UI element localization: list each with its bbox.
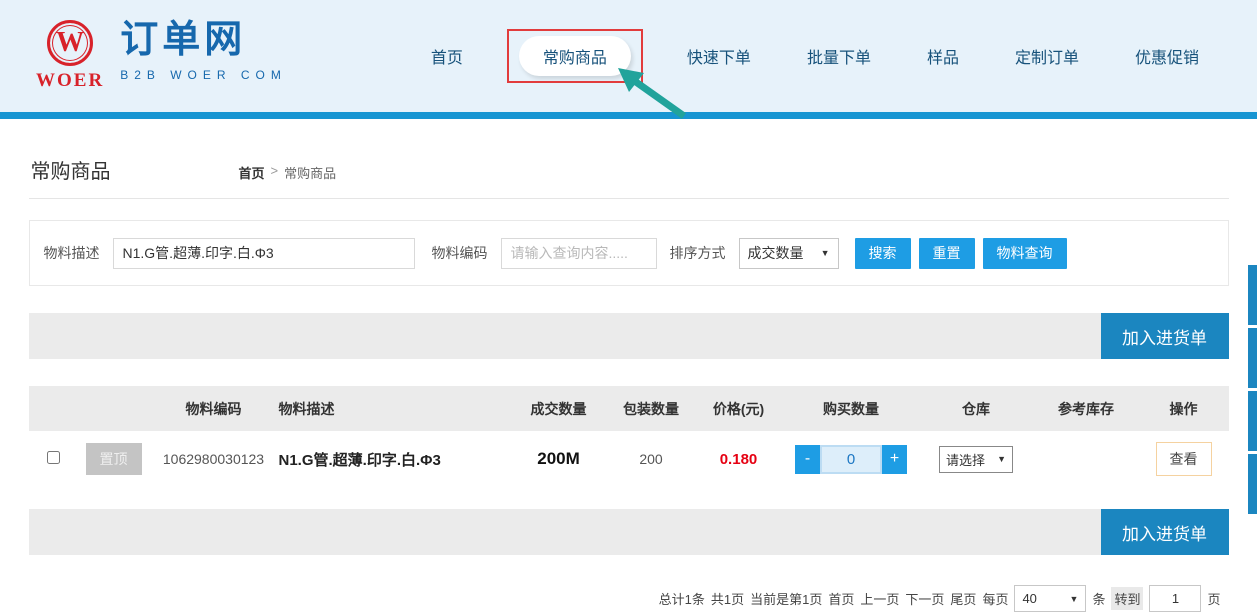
col-header-action: 操作 bbox=[1139, 386, 1229, 431]
goto-label: 转到 bbox=[1111, 587, 1143, 610]
filter-bar: 物料描述 物料编码 排序方式 成交数量 ▼ 搜索 重置 物料查询 bbox=[29, 220, 1229, 286]
col-header-price: 价格(元) bbox=[694, 386, 784, 431]
sort-select[interactable]: 成交数量 ▼ bbox=[739, 238, 839, 269]
quantity-stepper: - + bbox=[795, 445, 907, 474]
breadcrumb-home[interactable]: 首页 bbox=[239, 163, 265, 182]
col-header-ref-stock: 参考库存 bbox=[1034, 386, 1139, 431]
nav-item-home[interactable]: 首页 bbox=[431, 44, 463, 68]
material-code-input[interactable] bbox=[501, 238, 657, 269]
pagination: 总计1条 共1页 当前是第1页 首页 上一页 下一页 尾页 每页 40 ▼ 条 … bbox=[29, 585, 1229, 612]
products-table: 物料编码 物料描述 成交数量 包装数量 价格(元) 购买数量 仓库 参考库存 操… bbox=[29, 386, 1229, 487]
material-query-button[interactable]: 物料查询 bbox=[983, 238, 1067, 269]
nav-item-promotions[interactable]: 优惠促销 bbox=[1135, 44, 1199, 68]
action-bar-bottom: 加入进货单 bbox=[29, 509, 1229, 555]
pagination-first[interactable]: 首页 bbox=[828, 589, 854, 608]
cell-deal-qty: 200M bbox=[537, 449, 580, 468]
col-header-pack-qty: 包装数量 bbox=[609, 386, 694, 431]
sort-select-value: 成交数量 bbox=[748, 243, 804, 263]
floating-sidebar-item[interactable] bbox=[1248, 391, 1257, 451]
pagination-total: 总计1条 bbox=[659, 589, 705, 608]
action-bar-top: 加入进货单 bbox=[29, 313, 1229, 359]
warehouse-select[interactable]: 请选择 ▼ bbox=[939, 446, 1013, 473]
cell-price: 0.180 bbox=[720, 451, 758, 468]
pagination-prev[interactable]: 上一页 bbox=[860, 589, 899, 608]
pagination-current: 当前是第1页 bbox=[750, 589, 822, 608]
page-title: 常购商品 bbox=[31, 155, 111, 184]
nav-item-quick-order[interactable]: 快速下单 bbox=[687, 44, 751, 68]
qty-increase-button[interactable]: + bbox=[882, 445, 907, 474]
floating-sidebar-item[interactable] bbox=[1248, 328, 1257, 388]
col-header-desc: 物料描述 bbox=[279, 386, 509, 431]
floating-sidebar-item[interactable] bbox=[1248, 265, 1257, 325]
chevron-down-icon: ▼ bbox=[821, 248, 830, 258]
main-content: 常购商品 首页 > 常购商品 物料描述 物料编码 排序方式 成交数量 ▼ 搜索 … bbox=[29, 155, 1229, 612]
col-header-code: 物料编码 bbox=[149, 386, 279, 431]
woer-logo-icon: W bbox=[47, 20, 93, 66]
cell-material-code: 1062980030123 bbox=[149, 431, 279, 487]
logo-woer-text: WOER bbox=[36, 70, 104, 92]
cell-ref-stock bbox=[1034, 431, 1139, 487]
breadcrumb-current: 常购商品 bbox=[284, 163, 336, 182]
qty-decrease-button[interactable]: - bbox=[795, 445, 820, 474]
col-header-buy-qty: 购买数量 bbox=[784, 386, 919, 431]
col-header-deal-qty: 成交数量 bbox=[509, 386, 609, 431]
chevron-down-icon: ▼ bbox=[997, 454, 1006, 464]
material-desc-input[interactable] bbox=[113, 238, 415, 269]
breadcrumb: 首页 > 常购商品 bbox=[239, 163, 337, 182]
pin-to-top-button[interactable]: 置顶 bbox=[86, 443, 142, 475]
view-button[interactable]: 查看 bbox=[1156, 442, 1212, 476]
sort-mode-label: 排序方式 bbox=[670, 243, 726, 263]
nav-item-samples[interactable]: 样品 bbox=[927, 44, 959, 68]
reset-button[interactable]: 重置 bbox=[919, 238, 975, 269]
per-page-select[interactable]: 40 ▼ bbox=[1014, 585, 1086, 612]
cell-material-desc: N1.G管.超薄.印字.白.Φ3 bbox=[279, 452, 441, 469]
pagination-next[interactable]: 下一页 bbox=[905, 589, 944, 608]
per-page-unit: 条 bbox=[1092, 589, 1105, 608]
material-code-label: 物料编码 bbox=[432, 243, 488, 263]
annotation-arrow-icon bbox=[612, 64, 692, 120]
goto-page-input[interactable] bbox=[1149, 585, 1201, 612]
site-subtitle: B2B WOER COM bbox=[120, 68, 287, 82]
search-button[interactable]: 搜索 bbox=[855, 238, 911, 269]
pagination-pages: 共1页 bbox=[711, 589, 744, 608]
breadcrumb-separator: > bbox=[271, 163, 279, 182]
per-page-select-value: 40 bbox=[1022, 591, 1036, 606]
site-header: W WOER 订单网 B2B WOER COM 首页 常购商品 快速下单 批量下… bbox=[0, 0, 1257, 112]
goto-page-unit: 页 bbox=[1207, 589, 1220, 608]
logo[interactable]: W WOER 订单网 B2B WOER COM bbox=[0, 20, 287, 92]
col-header-warehouse: 仓库 bbox=[919, 386, 1034, 431]
nav-item-custom-order[interactable]: 定制订单 bbox=[1015, 44, 1079, 68]
qty-input[interactable] bbox=[820, 445, 882, 474]
add-to-purchase-list-button-bottom[interactable]: 加入进货单 bbox=[1101, 509, 1229, 555]
pagination-last[interactable]: 尾页 bbox=[950, 589, 976, 608]
main-nav: 首页 常购商品 快速下单 批量下单 样品 定制订单 优惠促销 bbox=[431, 36, 1257, 76]
per-page-label: 每页 bbox=[982, 589, 1008, 608]
nav-item-batch-order[interactable]: 批量下单 bbox=[807, 44, 871, 68]
material-desc-label: 物料描述 bbox=[44, 243, 100, 263]
chevron-down-icon: ▼ bbox=[1070, 594, 1079, 604]
cell-pack-qty: 200 bbox=[609, 431, 694, 487]
add-to-purchase-list-button-top[interactable]: 加入进货单 bbox=[1101, 313, 1229, 359]
floating-sidebar bbox=[1248, 265, 1257, 514]
site-name: 订单网 bbox=[120, 20, 287, 62]
floating-sidebar-item[interactable] bbox=[1248, 454, 1257, 514]
warehouse-select-value: 请选择 bbox=[946, 450, 985, 469]
table-row: 置顶 1062980030123 N1.G管.超薄.印字.白.Φ3 200M 2… bbox=[29, 431, 1229, 487]
table-header-row: 物料编码 物料描述 成交数量 包装数量 价格(元) 购买数量 仓库 参考库存 操… bbox=[29, 386, 1229, 431]
row-checkbox[interactable] bbox=[47, 451, 60, 464]
